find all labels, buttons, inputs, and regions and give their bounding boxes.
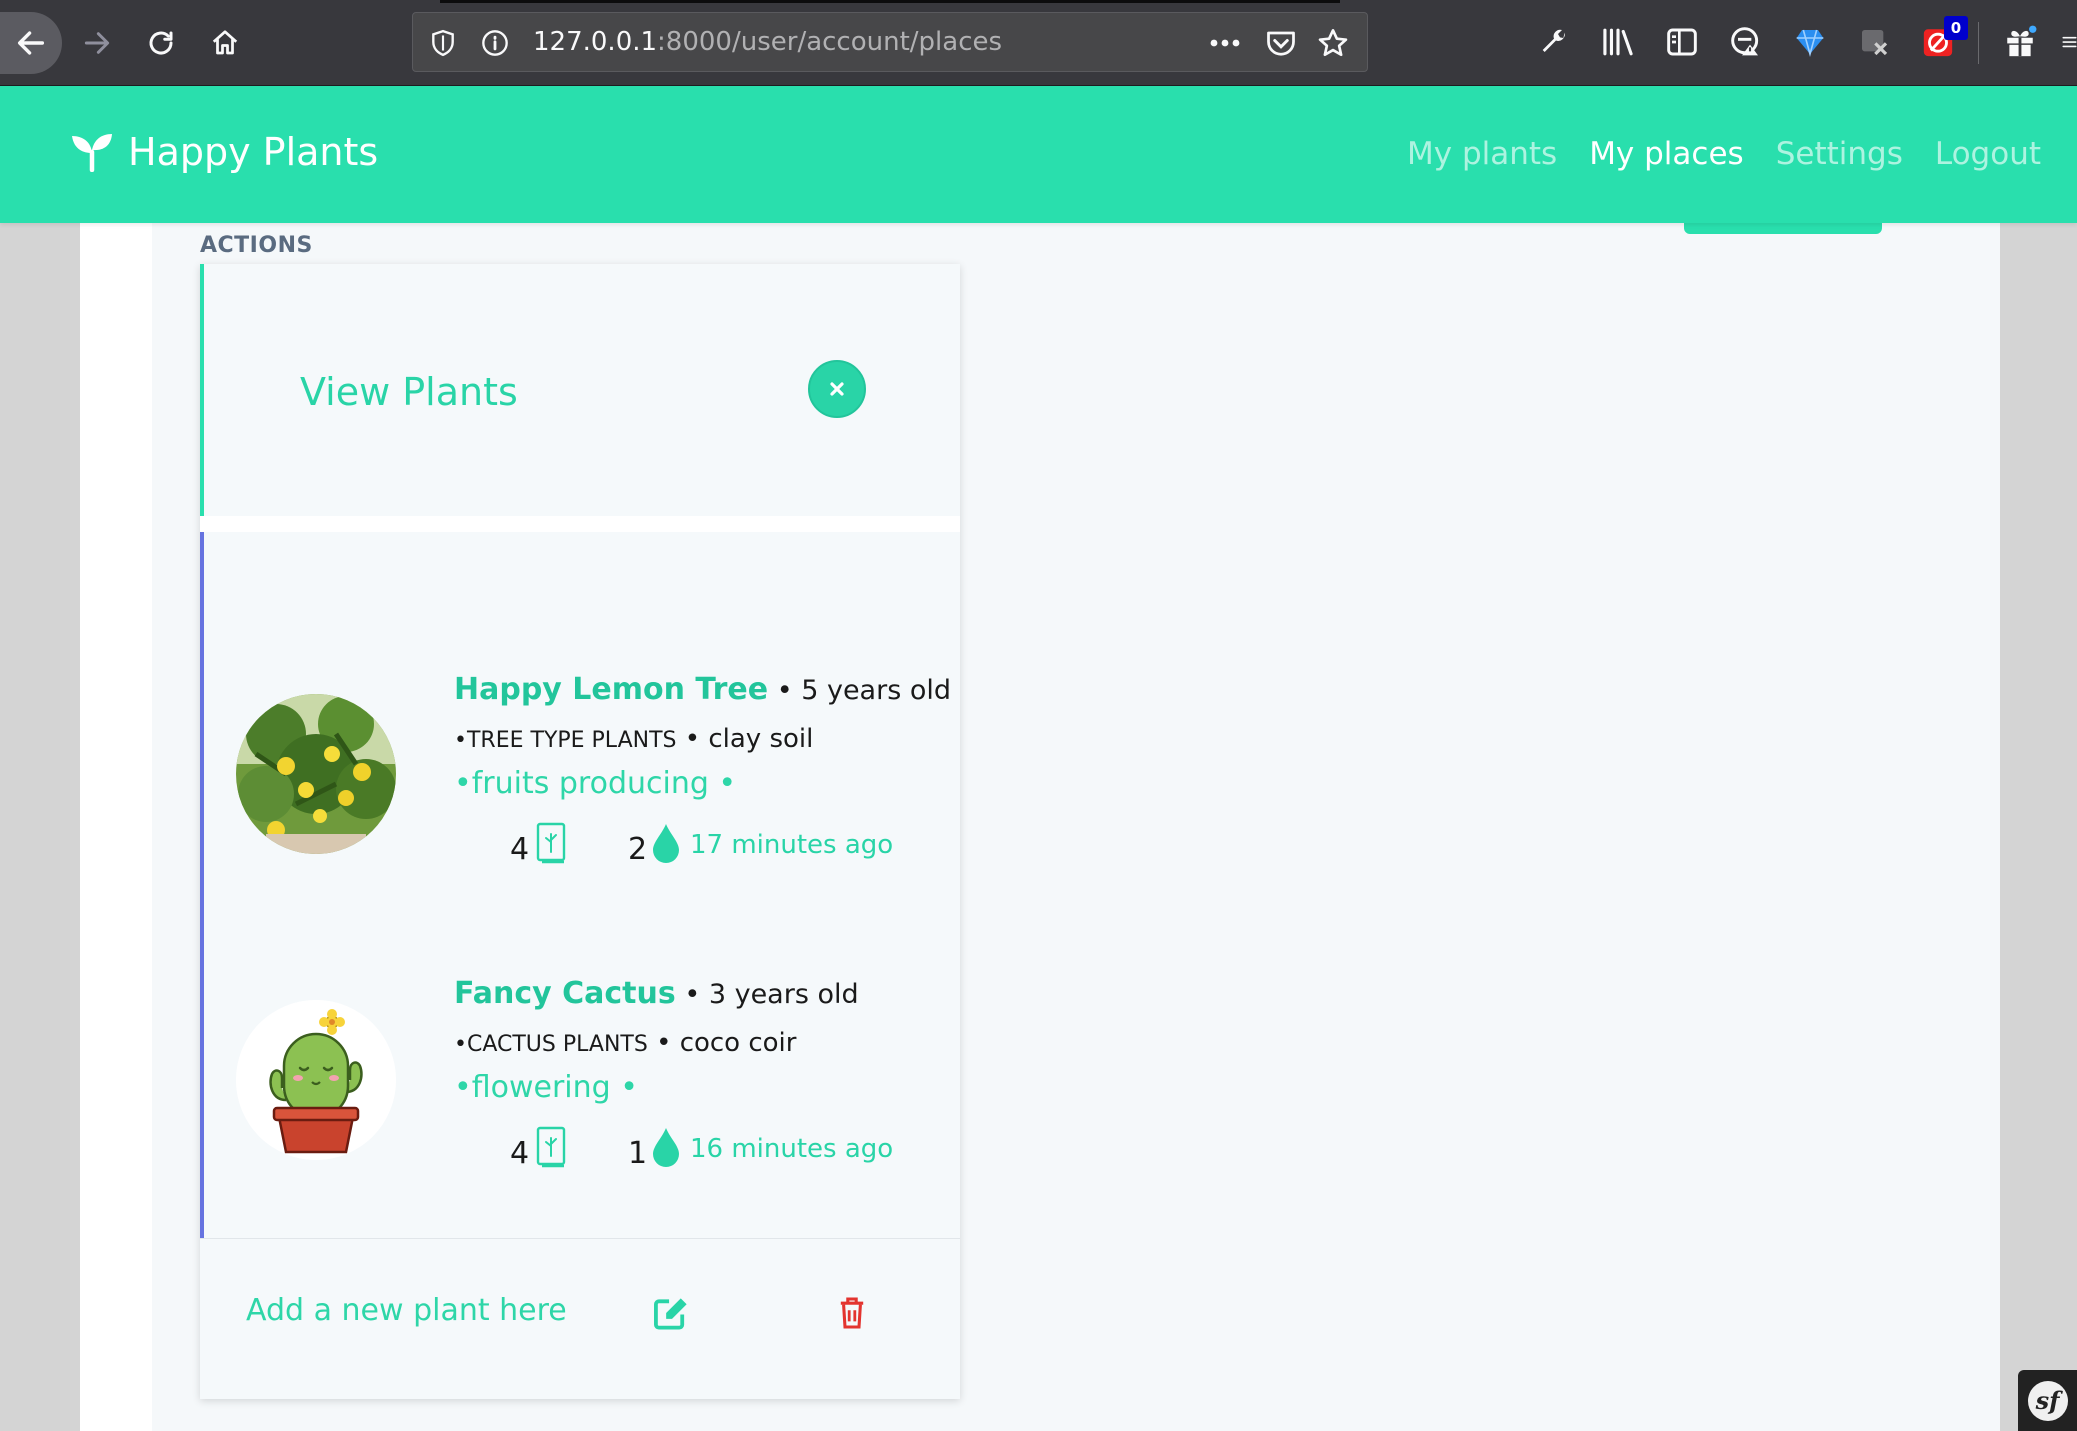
symfony-logo-icon: sf — [2027, 1380, 2068, 1421]
plant-item[interactable]: Fancy Cactus • 3 years old •CACTUS PLANT… — [204, 976, 960, 1176]
card-footer: Add a new plant here — [200, 1238, 960, 1399]
last-watered: 17 minutes ago — [690, 830, 894, 860]
plant-title: Fancy Cactus • 3 years old — [454, 976, 859, 1011]
water-drop-icon[interactable] — [650, 822, 682, 868]
watering-count: 2 — [628, 832, 648, 867]
place-card: View Plants Happy Lemon Tree • 5 years o… — [200, 264, 960, 1399]
reload-button[interactable] — [130, 12, 192, 74]
notes-count: 4 — [510, 1136, 530, 1171]
reload-icon — [149, 31, 173, 55]
main-nav: My plants My places Settings Logout — [1407, 136, 2041, 172]
bullet: • — [776, 675, 802, 706]
symfony-toolbar-button[interactable]: sf — [2018, 1370, 2077, 1431]
sprout-icon — [72, 134, 112, 172]
delete-button[interactable] — [834, 1293, 870, 1333]
plant-stats: 4 2 17 minutes ago — [454, 822, 934, 872]
home-icon — [212, 30, 238, 55]
browser-toolbar: 127.0.0.1:8000/user/account/places 0 — [0, 0, 2077, 86]
plant-list: Happy Lemon Tree • 5 years old •TREE TYP… — [200, 532, 960, 1238]
shield-icon[interactable] — [427, 27, 459, 59]
view-plants-panel: View Plants — [200, 264, 960, 516]
plant-soil: clay soil — [708, 724, 814, 754]
url-bar[interactable]: 127.0.0.1:8000/user/account/places — [412, 12, 1368, 72]
url-text[interactable]: 127.0.0.1:8000/user/account/places — [533, 27, 1002, 57]
plant-journal-icon[interactable] — [534, 822, 568, 870]
ellipsis-icon[interactable] — [1209, 27, 1241, 59]
extension-count-badge: 0 — [1944, 16, 1968, 40]
wrench-icon[interactable] — [1536, 24, 1572, 60]
library-icon[interactable] — [1600, 24, 1636, 60]
back-button[interactable] — [0, 12, 62, 74]
plant-photo-lemon — [236, 694, 396, 854]
nav-logout[interactable]: Logout — [1935, 136, 2041, 172]
forward-button[interactable] — [66, 12, 128, 74]
plant-type-line: •CACTUS PLANTS • coco coir — [454, 1028, 797, 1058]
bullet: • — [684, 979, 709, 1010]
plant-journal-icon[interactable] — [534, 1126, 568, 1174]
pocket-icon[interactable] — [1265, 27, 1297, 59]
forward-arrow-icon — [84, 32, 110, 54]
gem-icon[interactable] — [1792, 24, 1828, 60]
gift-icon[interactable] — [2002, 24, 2038, 60]
brand-link[interactable]: Happy Plants — [70, 130, 378, 174]
plant-type: CACTUS PLANTS — [466, 1032, 648, 1057]
plant-item[interactable]: Happy Lemon Tree • 5 years old •TREE TYP… — [204, 672, 960, 872]
notes-count: 4 — [510, 832, 530, 867]
content-column — [1008, 223, 2000, 1431]
last-watered: 16 minutes ago — [690, 1134, 894, 1164]
close-button[interactable] — [808, 360, 866, 418]
close-icon — [830, 382, 844, 396]
info-icon[interactable] — [479, 27, 511, 59]
home-button[interactable] — [194, 12, 256, 74]
plant-stats: 4 1 16 minutes ago — [454, 1126, 934, 1176]
star-icon[interactable] — [1317, 27, 1349, 59]
actions-heading: ACTIONS — [200, 233, 313, 258]
app-navbar: Happy Plants My plants My places Setting… — [0, 86, 2077, 223]
plant-photo-cactus — [236, 1000, 396, 1160]
plant-title: Happy Lemon Tree • 5 years old — [454, 672, 951, 707]
tab-strip — [440, 0, 1340, 3]
view-plants-title[interactable]: View Plants — [300, 370, 518, 414]
toolbar-divider — [1978, 22, 1979, 64]
edit-icon — [654, 1298, 687, 1330]
plant-tags: •flowering • — [454, 1070, 638, 1105]
plant-tags: •fruits producing • — [454, 766, 737, 801]
plant-type: TREE TYPE PLANTS — [466, 728, 677, 753]
nav-settings[interactable]: Settings — [1776, 136, 1903, 172]
add-plant-link[interactable]: Add a new plant here — [246, 1293, 567, 1328]
water-drop-icon[interactable] — [650, 1126, 682, 1172]
nav-my-plants[interactable]: My plants — [1407, 136, 1557, 172]
trash-icon — [840, 1297, 864, 1329]
plant-type-line: •TREE TYPE PLANTS • clay soil — [454, 724, 814, 754]
plant-name[interactable]: Happy Lemon Tree — [454, 672, 768, 707]
plant-name[interactable]: Fancy Cactus — [454, 976, 676, 1011]
plant-soil: coco coir — [679, 1028, 797, 1058]
menu-icon[interactable] — [2062, 24, 2077, 60]
plant-age: 5 years old — [801, 675, 952, 706]
plant-age: 3 years old — [708, 979, 859, 1010]
edit-button[interactable] — [652, 1293, 692, 1333]
extension-icon[interactable] — [1856, 24, 1892, 60]
sidebar-icon[interactable] — [1664, 24, 1700, 60]
brand-name: Happy Plants — [128, 130, 379, 174]
back-arrow-icon — [17, 31, 45, 55]
nav-my-places[interactable]: My places — [1589, 136, 1744, 172]
watering-count: 1 — [628, 1136, 648, 1171]
privacy-icon[interactable] — [1728, 24, 1764, 60]
